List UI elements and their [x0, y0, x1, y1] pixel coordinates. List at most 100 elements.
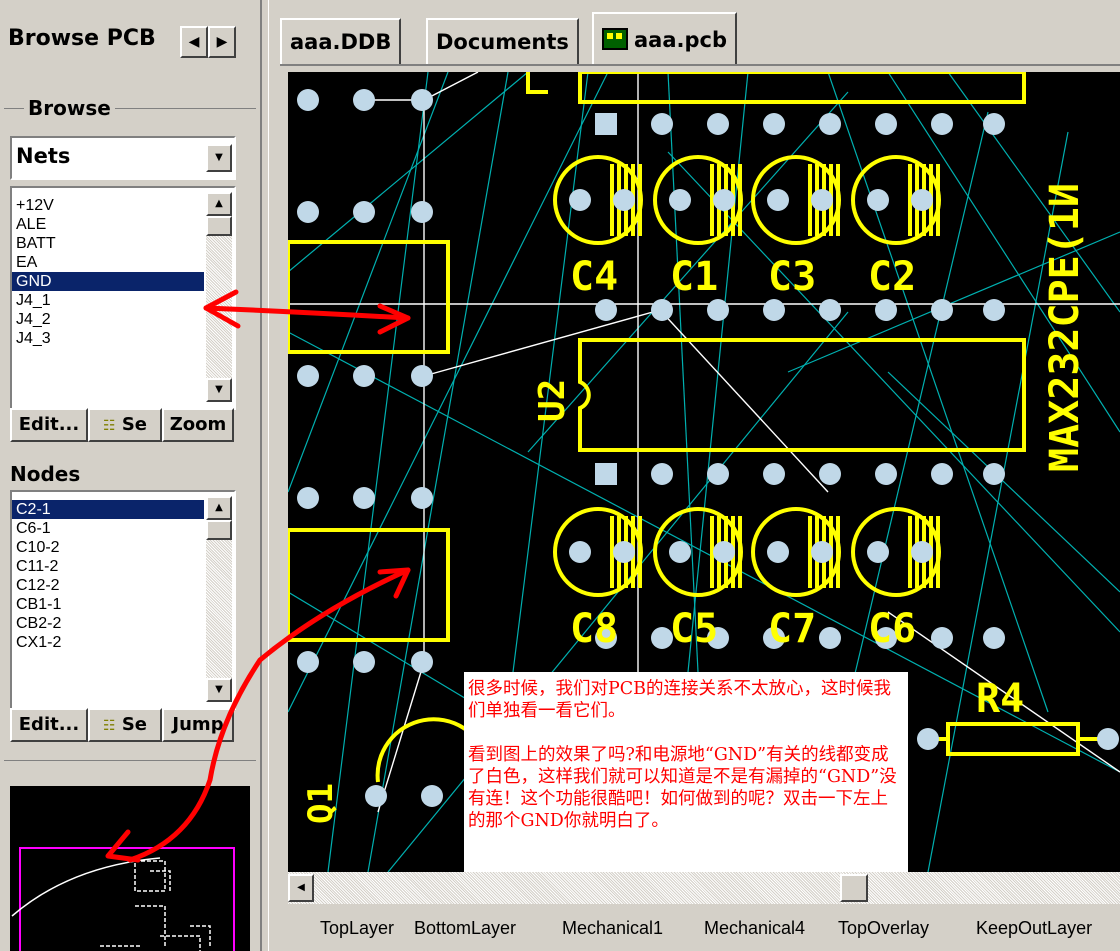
- nodes-edit-button[interactable]: Edit...: [10, 708, 88, 742]
- node-list-item[interactable]: CB1-1: [12, 595, 204, 614]
- pad: [365, 785, 387, 807]
- node-list-item[interactable]: C12-2: [12, 576, 204, 595]
- canvas-hscrollbar[interactable]: ◀: [288, 872, 1120, 904]
- net-list-item[interactable]: J4_1: [12, 291, 204, 310]
- node-list-item[interactable]: C10-2: [12, 538, 204, 557]
- pad: [613, 541, 635, 563]
- pad: [819, 463, 841, 485]
- ic-u2-label: U2: [532, 379, 573, 422]
- pad: [983, 627, 1005, 649]
- nodes-select-button[interactable]: ☷ Se: [88, 708, 162, 742]
- chevron-down-icon[interactable]: ▼: [206, 144, 232, 172]
- note-line-2: 看到图上的效果了吗?和电源地“GND”有关的线都变成了白色，这样我们就可以知道是…: [468, 745, 897, 831]
- net-list-item[interactable]: J4_3: [12, 329, 204, 348]
- net-list-item[interactable]: EA: [12, 253, 204, 272]
- node-list-item[interactable]: CB2-2: [12, 614, 204, 633]
- scroll-up-icon[interactable]: ▲: [206, 192, 232, 216]
- tab-documents[interactable]: Documents: [426, 18, 579, 64]
- pad: [707, 299, 729, 321]
- pad: [819, 627, 841, 649]
- tab-aaa-pcb[interactable]: aaa.pcb: [592, 12, 738, 66]
- pad: [651, 299, 673, 321]
- layer-tab-bottomlayer[interactable]: BottomLayer: [410, 912, 520, 944]
- node-list-item[interactable]: C2-1: [12, 500, 204, 519]
- pad: [911, 541, 933, 563]
- ic-max232-label: MAX232CPE(1И: [1042, 183, 1088, 472]
- cap-label: C4: [570, 254, 618, 300]
- cap-label: C3: [768, 254, 816, 300]
- board-minimap[interactable]: [10, 786, 250, 951]
- select-icon: ☷: [102, 418, 116, 434]
- scroll-left-icon[interactable]: ◀: [288, 874, 314, 902]
- node-list-item[interactable]: C6-1: [12, 519, 204, 538]
- net-list-item[interactable]: GND: [12, 272, 204, 291]
- pad: [669, 541, 691, 563]
- pad: [669, 189, 691, 211]
- layer-tab-mechanical1[interactable]: Mechanical1: [558, 912, 667, 944]
- cap-label: C8: [570, 606, 618, 652]
- pad: [651, 463, 673, 485]
- nets-select-button[interactable]: ☷ Se: [88, 408, 162, 442]
- pad: [763, 463, 785, 485]
- pad: [411, 651, 433, 673]
- pad: [983, 299, 1005, 321]
- pad: [411, 365, 433, 387]
- scroll-thumb[interactable]: [840, 874, 868, 902]
- pad: [911, 189, 933, 211]
- q1-label: Q1: [301, 783, 341, 824]
- pad-square: [595, 113, 617, 135]
- next-arrow-button[interactable]: ▶: [208, 26, 236, 58]
- browse-type-value: Nets: [16, 144, 71, 168]
- pad: [353, 89, 375, 111]
- pad: [763, 299, 785, 321]
- note-line-1: 很多时候，我们对PCB的连接关系不太放心，这时候我们单独看一看它们。: [468, 679, 892, 721]
- cap-label: C5: [670, 606, 718, 652]
- nets-list: +12V ALE BATT EA GND J4_1 J4_2 J4_3 ▲ ▼: [10, 186, 236, 410]
- gnd-net-trace: [659, 309, 829, 493]
- pad: [707, 463, 729, 485]
- ratsnest-line: [327, 72, 429, 872]
- pad-square: [595, 463, 617, 485]
- nodes-label: Nodes: [10, 462, 81, 486]
- net-list-item[interactable]: J4_2: [12, 310, 204, 329]
- net-list-item[interactable]: ALE: [12, 215, 204, 234]
- net-list-item[interactable]: BATT: [12, 234, 204, 253]
- silk-corner: [526, 72, 548, 94]
- node-list-item[interactable]: CX1-2: [12, 633, 204, 652]
- layer-tab-topoverlay[interactable]: TopOverlay: [834, 912, 933, 944]
- net-list-item[interactable]: +12V: [12, 196, 204, 215]
- node-list-item[interactable]: C11-2: [12, 557, 204, 576]
- scroll-up-icon[interactable]: ▲: [206, 496, 232, 520]
- tab-aaa-pcb-label: aaa.pcb: [634, 28, 728, 52]
- nets-scrollbar[interactable]: ▲ ▼: [206, 192, 232, 402]
- nodes-jump-button[interactable]: Jump: [162, 708, 234, 742]
- nodes-scrollbar[interactable]: ▲ ▼: [206, 496, 232, 702]
- pad: [767, 189, 789, 211]
- r4-label: R4: [976, 676, 1024, 722]
- nets-zoom-button[interactable]: Zoom: [162, 408, 234, 442]
- tab-aaa-ddb[interactable]: aaa.DDB: [280, 18, 402, 64]
- divider: [4, 760, 256, 761]
- nets-edit-button[interactable]: Edit...: [10, 408, 88, 442]
- browse-type-select[interactable]: Nets ▼: [10, 136, 236, 180]
- pad: [353, 201, 375, 223]
- pad: [983, 463, 1005, 485]
- scroll-thumb[interactable]: [206, 520, 232, 540]
- scroll-down-icon[interactable]: ▼: [206, 678, 232, 702]
- layer-tab-keepoutlayer[interactable]: KeepOutLayer: [972, 912, 1096, 944]
- pad: [819, 113, 841, 135]
- pad: [297, 201, 319, 223]
- pad: [983, 113, 1005, 135]
- browse-group-label: Browse: [24, 96, 115, 120]
- pad: [353, 487, 375, 509]
- prev-arrow-button[interactable]: ◀: [180, 26, 208, 58]
- ic-top-outline: [578, 72, 1026, 104]
- cap-label: C2: [868, 254, 916, 300]
- layer-tabs: TopLayer BottomLayer Mechanical1 Mechanical…: [288, 904, 1120, 951]
- scroll-down-icon[interactable]: ▼: [206, 378, 232, 402]
- splitter[interactable]: [268, 0, 277, 951]
- layer-tab-mechanical4[interactable]: Mechanical4: [700, 912, 809, 944]
- layer-tab-toplayer[interactable]: TopLayer: [316, 912, 398, 944]
- pcb-file-icon: [602, 28, 628, 50]
- scroll-thumb[interactable]: [206, 216, 232, 236]
